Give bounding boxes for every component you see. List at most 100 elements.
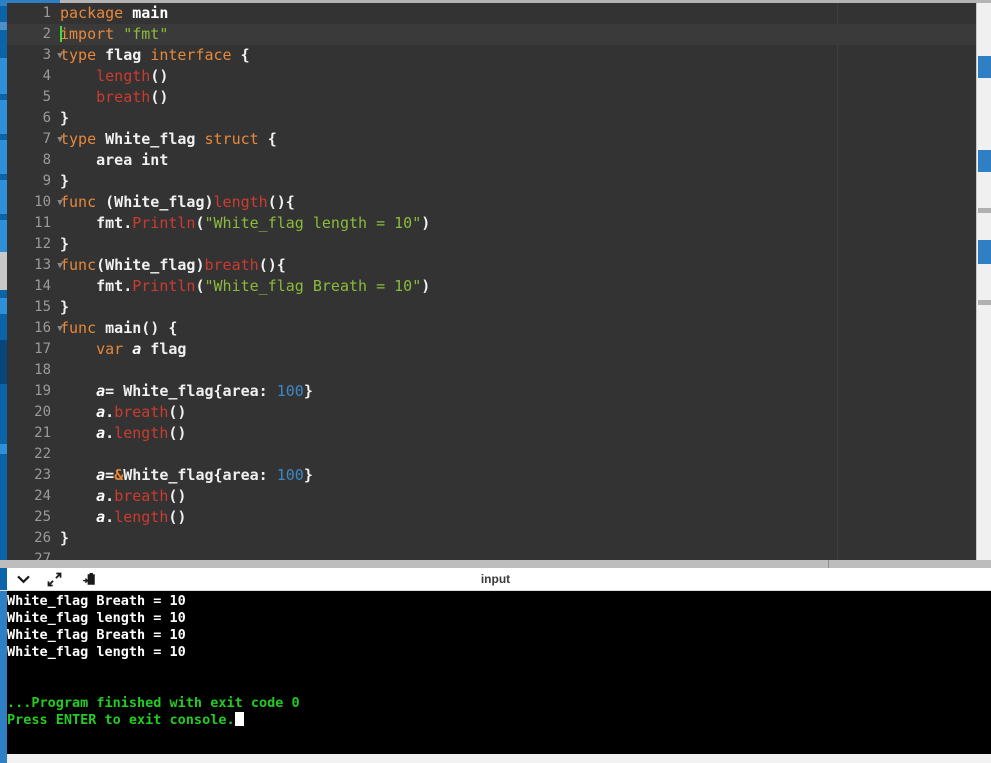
code-line[interactable]: 18 <box>7 360 976 381</box>
line-number: 20 <box>7 402 55 423</box>
code-token: (){ <box>268 193 295 211</box>
code-token: (White_flag) <box>105 193 213 211</box>
code-line[interactable]: 9} <box>7 171 976 192</box>
console-output-text[interactable]: White_flag Breath = 10 White_flag length … <box>7 593 991 763</box>
line-number: 2 <box>7 24 55 45</box>
code-line[interactable]: 7▼type White_flag struct { <box>7 129 976 150</box>
line-number: 6 <box>7 108 55 129</box>
code-token: func <box>60 319 105 337</box>
code-line[interactable]: 23 a=&White_flag{area: 100} <box>7 465 976 486</box>
code-line[interactable]: 16▼func main() { <box>7 318 976 339</box>
collapse-console-button[interactable] <box>9 568 37 590</box>
code-line-text: } <box>60 528 69 549</box>
rail-marker <box>0 22 7 30</box>
code-line[interactable]: 5 breath() <box>7 87 976 108</box>
code-line[interactable]: 1package main <box>7 3 976 24</box>
code-token: breath <box>114 487 168 505</box>
console-line-text: White_flag Breath = 10 <box>7 593 186 609</box>
line-number: 17 <box>7 339 55 360</box>
code-token: a <box>96 424 105 442</box>
expand-console-button[interactable] <box>40 568 68 590</box>
rail-marker <box>0 58 7 94</box>
code-token: breath <box>96 88 150 106</box>
rail-marker <box>0 6 7 22</box>
code-token <box>60 508 96 526</box>
code-editor-pane: 1package main2 import "fmt" 3▼type flag in… <box>0 0 991 560</box>
line-number: 13 <box>7 255 55 276</box>
line-number: 25 <box>7 507 55 528</box>
code-token: var <box>96 340 132 358</box>
line-number: 14 <box>7 276 55 297</box>
code-line[interactable]: 12} <box>7 234 976 255</box>
code-line-text: a.length() <box>60 507 186 528</box>
code-scroll-area[interactable]: 1package main2 import "fmt" 3▼type flag in… <box>7 3 976 560</box>
code-line[interactable]: 15} <box>7 297 976 318</box>
console-line-text: ...Program finished with exit code 0 <box>7 695 300 711</box>
code-token: = White_flag{area: <box>105 382 277 400</box>
code-line-text: type flag interface { <box>60 45 250 66</box>
code-token: import <box>60 25 123 43</box>
code-line[interactable]: 4 length() <box>7 66 976 87</box>
code-line[interactable]: 8 area int <box>7 150 976 171</box>
rail-marker <box>0 180 7 214</box>
code-line[interactable]: 21 a.length() <box>7 423 976 444</box>
line-number: 19 <box>7 381 55 402</box>
editor-right-marker-rail[interactable] <box>976 0 991 560</box>
code-token: = <box>105 466 114 484</box>
code-token: (White_flag) <box>96 256 204 274</box>
code-line[interactable]: 10▼func (White_flag)length(){ <box>7 192 976 213</box>
code-line[interactable]: 13▼func(White_flag)breath(){ <box>7 255 976 276</box>
code-line-text: fmt.Println("White_flag length = 10") <box>60 213 430 234</box>
code-token: a <box>132 340 141 358</box>
code-line[interactable]: 22 <box>7 444 976 465</box>
code-token: () { <box>141 319 177 337</box>
code-token: ( <box>195 214 204 232</box>
rail-marker <box>0 100 7 134</box>
code-token: a <box>96 382 105 400</box>
chevron-down-icon <box>16 572 31 587</box>
code-token: length <box>214 193 268 211</box>
line-number: 8 <box>7 150 55 171</box>
code-lines[interactable]: 1package main2 import "fmt" 3▼type flag in… <box>7 3 976 560</box>
code-token: interface <box>150 46 231 64</box>
code-token: ( <box>195 277 204 295</box>
code-line[interactable]: 27 <box>7 549 976 560</box>
code-line[interactable]: 17 var a flag <box>7 339 976 360</box>
code-line[interactable]: 2 import "fmt" <box>7 24 976 45</box>
console-line: ...Program finished with exit code 0 <box>7 695 991 712</box>
code-line[interactable]: 26} <box>7 528 976 549</box>
code-token: "White_flag Breath = 10" <box>205 277 422 295</box>
code-token <box>60 466 96 484</box>
code-line[interactable]: 25 a.length() <box>7 507 976 528</box>
console-line: White_flag length = 10 <box>7 644 991 661</box>
code-line[interactable]: 14 fmt.Println("White_flag Breath = 10") <box>7 276 976 297</box>
pane-splitter[interactable] <box>0 560 991 568</box>
code-token: "fmt" <box>123 25 168 43</box>
code-line[interactable]: 20 a.breath() <box>7 402 976 423</box>
console-line-text: White_flag length = 10 <box>7 644 186 660</box>
code-line[interactable]: 19 a= White_flag{area: 100} <box>7 381 976 402</box>
code-line-text: area int <box>60 150 168 171</box>
code-token: struct <box>205 130 259 148</box>
code-token: & <box>114 466 123 484</box>
code-line[interactable]: 11 fmt.Println("White_flag length = 10") <box>7 213 976 234</box>
rail-marker <box>0 314 7 340</box>
code-token: main <box>105 319 141 337</box>
code-token: a <box>96 487 105 505</box>
console-output-pane[interactable]: White_flag Breath = 10 White_flag length … <box>0 591 991 763</box>
code-line-text: } <box>60 108 69 129</box>
line-number: 10 <box>7 192 55 213</box>
code-line-text: var a flag <box>60 339 186 360</box>
line-number: 26 <box>7 528 55 549</box>
line-number: 3 <box>7 45 55 66</box>
code-line[interactable]: 6} <box>7 108 976 129</box>
code-line[interactable]: 24 a.breath() <box>7 486 976 507</box>
editor-top-strip <box>0 0 991 3</box>
editor-left-marker-rail[interactable] <box>0 0 7 560</box>
code-token: } <box>304 466 313 484</box>
code-token: } <box>60 298 69 316</box>
console-bottom-strip <box>0 754 991 763</box>
rail-marker <box>0 30 7 58</box>
copy-to-clipboard-button[interactable] <box>75 568 103 590</box>
code-line[interactable]: 3▼type flag interface { <box>7 45 976 66</box>
